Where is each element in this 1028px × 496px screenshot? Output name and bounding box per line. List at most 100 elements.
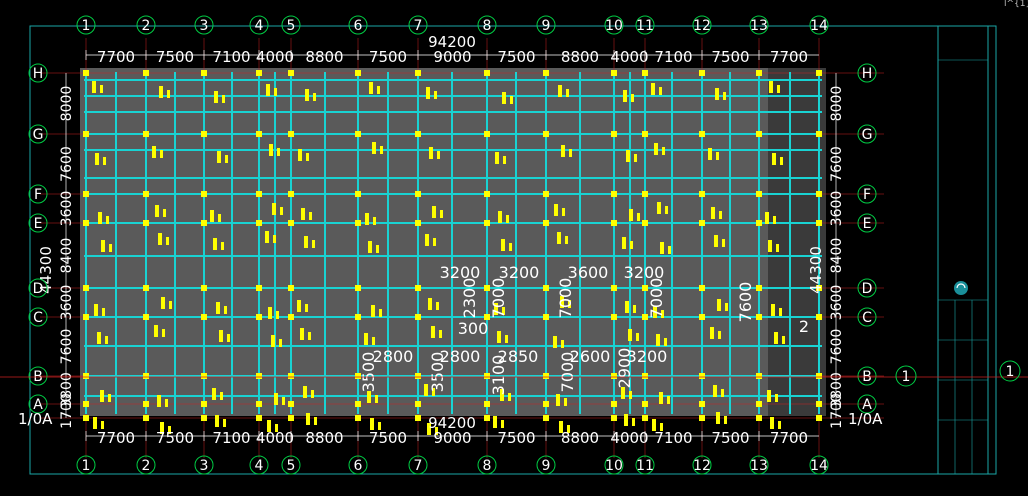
rebar-tag-198 xyxy=(768,240,772,252)
interior-label-11: 2800 xyxy=(373,347,414,366)
far-axis-label: 1 xyxy=(1006,364,1015,380)
rebar-tag-78 xyxy=(306,413,310,425)
interior-label-8: 7000 xyxy=(647,278,666,319)
rebar-tag-19 xyxy=(160,150,163,158)
rebar-tag-173 xyxy=(667,396,670,404)
rebar-tag-165 xyxy=(665,206,668,214)
rebar-tag-197 xyxy=(773,216,776,224)
rebar-tag-125 xyxy=(508,393,511,401)
left-axis-D-label: D xyxy=(33,281,44,297)
rebar-tag-103 xyxy=(433,238,436,246)
rebar-tag-161 xyxy=(659,87,662,95)
rebar-tag-64 xyxy=(305,89,309,101)
rebar-tag-87 xyxy=(376,245,379,253)
top-dimension-label-3: 4000 xyxy=(256,48,294,66)
rebar-tag-98 xyxy=(429,147,433,159)
column-8-0 xyxy=(543,70,549,76)
column-5-5 xyxy=(355,314,361,320)
rebar-tag-126 xyxy=(493,416,497,428)
rebar-tag-46 xyxy=(215,415,219,427)
column-2-7 xyxy=(201,401,207,407)
rebar-tag-131 xyxy=(569,149,572,157)
bottom-dimension-total: 94200 xyxy=(428,414,476,432)
right-dimension-label-3: 8400 xyxy=(829,238,845,274)
top-axis-5-label: 5 xyxy=(287,18,296,34)
column-12-4 xyxy=(756,285,762,291)
top-axis-6-label: 6 xyxy=(354,18,363,34)
column-4-1 xyxy=(288,131,294,137)
column-2-0 xyxy=(201,70,207,76)
top-axis-11-label: 11 xyxy=(636,18,654,34)
bottom-axis-9-label: 9 xyxy=(542,458,551,474)
top-dimension-label-10: 7100 xyxy=(654,48,692,66)
column-4-8 xyxy=(288,415,294,421)
rebar-tag-123 xyxy=(505,335,508,343)
rebar-tag-114 xyxy=(495,152,499,164)
rebar-tag-50 xyxy=(269,144,273,156)
left-axis-F-label: F xyxy=(34,187,42,203)
rebar-tag-132 xyxy=(554,204,558,216)
rebar-tag-155 xyxy=(636,333,639,341)
rebar-tag-206 xyxy=(770,417,774,429)
column-3-7 xyxy=(256,401,262,407)
left-axis-G-label: G xyxy=(33,127,44,143)
rebar-tag-154 xyxy=(628,329,632,341)
column-4-4 xyxy=(288,285,294,291)
rebar-tag-167 xyxy=(668,246,671,254)
rebar-tag-0 xyxy=(92,81,96,93)
rebar-tag-88 xyxy=(371,305,375,317)
column-8-2 xyxy=(543,191,549,197)
column-12-6 xyxy=(756,373,762,379)
top-axis-7-label: 7 xyxy=(414,18,423,34)
rebar-tag-74 xyxy=(300,328,304,340)
rebar-tag-81 xyxy=(377,86,380,94)
column-11-3 xyxy=(699,220,705,226)
column-13-8 xyxy=(816,415,822,421)
rebar-tag-79 xyxy=(314,417,317,425)
rebar-tag-201 xyxy=(779,308,782,316)
rebar-tag-86 xyxy=(368,241,372,253)
rebar-tag-26 xyxy=(154,325,158,337)
rebar-tag-191 xyxy=(724,416,727,424)
column-6-0 xyxy=(415,70,421,76)
rebar-tag-39 xyxy=(221,242,224,250)
bottom-axis-5-label: 5 xyxy=(287,458,296,474)
rebar-tag-42 xyxy=(219,330,223,342)
interior-label-19: 3200 xyxy=(627,347,668,366)
rebar-tag-49 xyxy=(274,88,277,96)
rebar-tag-66 xyxy=(298,149,302,161)
column-0-7 xyxy=(83,401,89,407)
bottom-dimension-label-10: 7100 xyxy=(654,429,692,447)
bottom-axis-4-label: 4 xyxy=(255,458,264,474)
interior-label-15: 2850 xyxy=(498,347,539,366)
rebar-tag-99 xyxy=(437,151,440,159)
column-12-0 xyxy=(756,70,762,76)
top-dimension-label-8: 8800 xyxy=(561,48,599,66)
rebar-tag-189 xyxy=(721,389,724,397)
rebar-tag-59 xyxy=(279,339,282,347)
rebar-tag-67 xyxy=(306,153,309,161)
column-7-0 xyxy=(484,70,490,76)
left-axis-1-0A-label: 1/0A xyxy=(18,410,53,428)
rebar-tag-159 xyxy=(632,418,635,426)
column-11-8 xyxy=(699,415,705,421)
rebar-tag-65 xyxy=(313,93,316,101)
column-5-4 xyxy=(355,285,361,291)
rebar-tag-2 xyxy=(95,153,99,165)
column-7-1 xyxy=(484,131,490,137)
rebar-tag-194 xyxy=(772,153,776,165)
rebar-tag-57 xyxy=(276,311,279,319)
column-6-1 xyxy=(415,131,421,137)
top-dimension-label-9: 4000 xyxy=(610,48,648,66)
rebar-tag-44 xyxy=(212,388,216,400)
column-2-2 xyxy=(201,191,207,197)
top-dimension-label-5: 7500 xyxy=(369,48,407,66)
column-13-2 xyxy=(816,191,822,197)
bottom-axis-13-label: 13 xyxy=(750,458,768,474)
rebar-tag-56 xyxy=(268,307,272,319)
rebar-tag-12 xyxy=(100,390,104,402)
rebar-tag-24 xyxy=(161,297,165,309)
column-7-7 xyxy=(484,401,490,407)
rebar-tag-181 xyxy=(719,211,722,219)
rebar-tag-43 xyxy=(227,334,230,342)
